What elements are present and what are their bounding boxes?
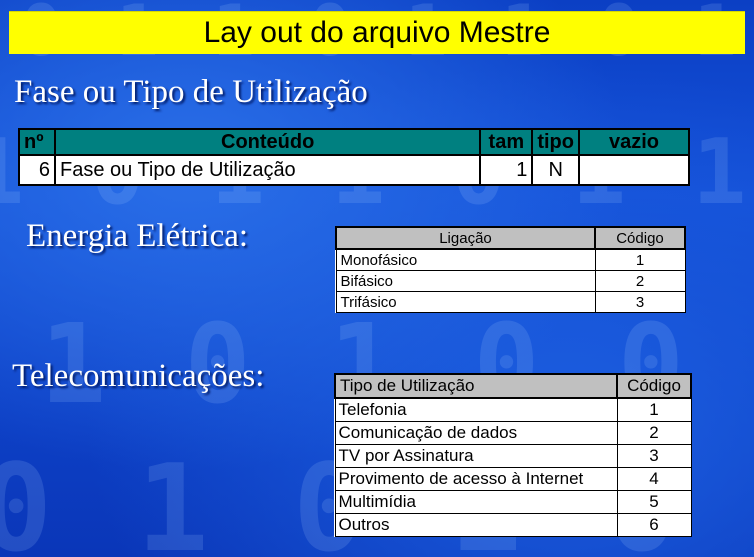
header-ligacao: Ligação — [335, 226, 596, 250]
heading-fase: Fase ou Tipo de Utilização — [14, 74, 368, 110]
cell-code: 1 — [616, 397, 692, 422]
cell-conteudo: Fase ou Tipo de Utilização — [53, 154, 482, 186]
cell-label: Multimídia — [334, 490, 618, 514]
table-row: Provimento de acesso à Internet 4 — [334, 467, 692, 491]
title-text: Lay out do arquivo Mestre — [203, 16, 551, 49]
header-codigo: Código — [594, 226, 686, 250]
cell-label: Monofásico — [335, 248, 596, 271]
cell-code: 4 — [616, 467, 692, 491]
title-banner: Lay out do arquivo Mestre — [9, 11, 745, 54]
table-row: 6 Fase ou Tipo de Utilização 1 N — [18, 154, 690, 186]
cell-tam: 1 — [479, 154, 534, 186]
cell-code: 3 — [594, 291, 686, 313]
table-row: Outros 6 — [334, 513, 692, 537]
heading-telecom: Telecomunicações: — [12, 358, 265, 394]
table-row: Bifásico 2 — [335, 270, 686, 292]
cell-code: 1 — [594, 248, 686, 271]
fase-table: nº Conteúdo tam tipo vazio 6 Fase ou Tip… — [18, 128, 690, 186]
cell-label: Provimento de acesso à Internet — [334, 467, 618, 491]
cell-code: 6 — [616, 513, 692, 537]
cell-label: Bifásico — [335, 270, 596, 292]
table-row: Trifásico 3 — [335, 291, 686, 313]
header-tipo-utilizacao: Tipo de Utilização — [334, 373, 618, 399]
header-tipo: tipo — [531, 128, 580, 156]
table-row: Telefonia 1 — [334, 397, 692, 422]
header-vazio: vazio — [578, 128, 690, 156]
table-row: Monofásico 1 — [335, 248, 686, 271]
cell-code: 3 — [616, 444, 692, 468]
table-header-row: Ligação Código — [335, 226, 686, 250]
heading-energia: Energia Elétrica: — [26, 218, 249, 254]
table-row: Comunicação de dados 2 — [334, 421, 692, 445]
cell-tipo: N — [531, 154, 580, 186]
cell-label: Comunicação de dados — [334, 421, 618, 445]
telecom-table: Tipo de Utilização Código Telefonia 1 Co… — [334, 373, 692, 537]
table-header-row: Tipo de Utilização Código — [334, 373, 692, 399]
table-row: Multimídia 5 — [334, 490, 692, 514]
cell-label: Telefonia — [334, 397, 618, 422]
cell-code: 2 — [594, 270, 686, 292]
cell-label: Outros — [334, 513, 618, 537]
table-row: TV por Assinatura 3 — [334, 444, 692, 468]
header-tam: tam — [479, 128, 534, 156]
header-num: nº — [18, 128, 56, 156]
cell-label: TV por Assinatura — [334, 444, 618, 468]
cell-code: 5 — [616, 490, 692, 514]
header-conteudo: Conteúdo — [53, 128, 482, 156]
cell-code: 2 — [616, 421, 692, 445]
table-header-row: nº Conteúdo tam tipo vazio — [18, 128, 690, 156]
cell-label: Trifásico — [335, 291, 596, 313]
header-codigo: Código — [616, 373, 692, 399]
energia-table: Ligação Código Monofásico 1 Bifásico 2 T… — [335, 226, 686, 313]
cell-vazio — [578, 154, 690, 186]
cell-num: 6 — [18, 154, 56, 186]
